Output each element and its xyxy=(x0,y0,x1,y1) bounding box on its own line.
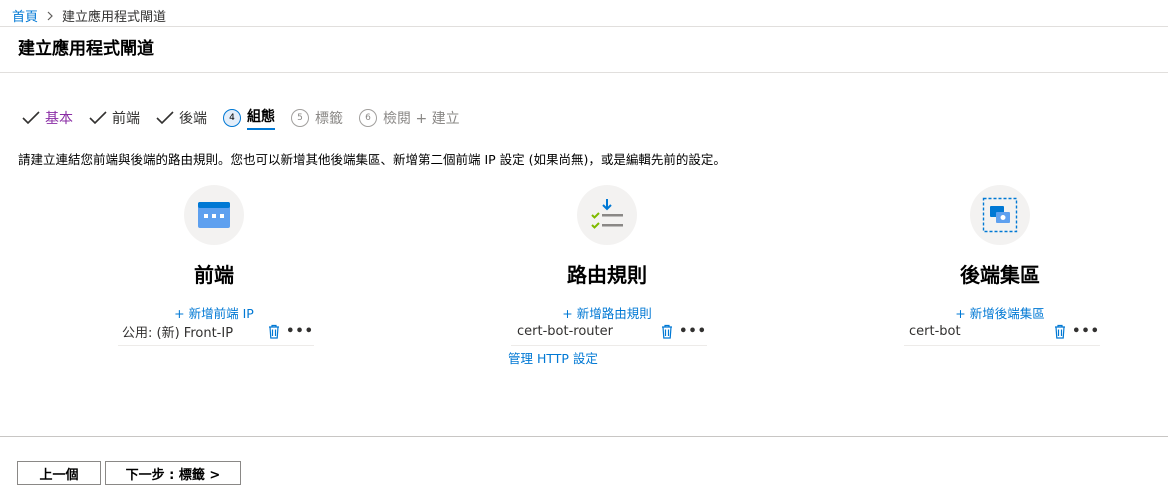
more-options-icon[interactable]: ••• xyxy=(286,324,314,339)
manage-http-settings-link[interactable]: 管理 HTTP 設定 xyxy=(508,348,598,367)
tab-frontend[interactable]: 前端 xyxy=(89,108,140,128)
tab-label: 標籤 xyxy=(315,111,343,127)
routing-rules-heading: 路由規則 xyxy=(567,263,647,287)
chevron-right-icon xyxy=(46,11,54,21)
next-tags-button[interactable]: 下一步 : 標籤 > xyxy=(105,461,241,485)
frontend-list-item[interactable]: 公用: (新) Front-IP ••• xyxy=(118,317,314,346)
step-number: 6 xyxy=(359,109,377,127)
wizard-steps: 基本 前端 後端 4 組態 5 標籤 6 檢閱 + 建立 xyxy=(22,106,476,130)
footer-divider xyxy=(0,436,1168,437)
backend-pool-list-item[interactable]: cert-bot ••• xyxy=(904,317,1100,346)
instructions-text: 請建立連結您前端與後端的路由規則。您也可以新增其他後端集區、新增第二個前端 IP… xyxy=(18,152,726,167)
delete-icon[interactable] xyxy=(661,324,673,339)
tab-label: 檢閱 + 建立 xyxy=(383,111,460,127)
delete-icon[interactable] xyxy=(268,324,280,339)
page-title: 建立應用程式閘道 xyxy=(18,39,154,59)
backend-pools-section: 後端集區 + 新增後端集區 xyxy=(900,185,1100,322)
tab-label: 組態 xyxy=(247,106,275,130)
tab-label: 前端 xyxy=(112,111,140,127)
breadcrumb-current: 建立應用程式閘道 xyxy=(62,10,167,25)
breadcrumb-home-link[interactable]: 首頁 xyxy=(12,6,38,25)
backend-pools-heading: 後端集區 xyxy=(960,263,1040,287)
step-number: 5 xyxy=(291,109,309,127)
tab-configuration[interactable]: 4 組態 xyxy=(223,106,275,130)
checkmark-icon xyxy=(89,111,107,125)
delete-icon[interactable] xyxy=(1054,324,1066,339)
backend-pool-item-label: cert-bot xyxy=(909,323,961,339)
more-options-icon[interactable]: ••• xyxy=(679,324,707,339)
tab-label: 基本 xyxy=(45,111,73,127)
tab-review-create[interactable]: 6 檢閱 + 建立 xyxy=(359,108,460,128)
breadcrumb: 首頁 建立應用程式閘道 xyxy=(12,6,166,25)
backend-pool-icon xyxy=(970,185,1030,245)
tab-backend[interactable]: 後端 xyxy=(156,108,207,128)
checkmark-icon xyxy=(22,111,40,125)
previous-button[interactable]: 上一個 xyxy=(17,461,101,485)
tab-tags[interactable]: 5 標籤 xyxy=(291,108,343,128)
routing-rules-icon xyxy=(577,185,637,245)
step-number: 4 xyxy=(223,109,241,127)
frontend-section: 前端 + 新增前端 IP xyxy=(114,185,314,322)
header-divider xyxy=(0,26,1168,27)
frontend-icon xyxy=(184,185,244,245)
more-options-icon[interactable]: ••• xyxy=(1072,324,1100,339)
tab-label: 後端 xyxy=(179,111,207,127)
routing-rule-item-label: cert-bot-router xyxy=(517,323,613,339)
checkmark-icon xyxy=(156,111,174,125)
routing-rule-list-item[interactable]: cert-bot-router ••• xyxy=(511,317,707,346)
tab-basics[interactable]: 基本 xyxy=(22,108,73,128)
frontend-item-label: 公用: (新) Front-IP xyxy=(122,325,234,341)
frontend-heading: 前端 xyxy=(194,263,234,287)
title-divider xyxy=(0,72,1168,73)
routing-rules-section: 路由規則 + 新增路由規則 xyxy=(507,185,707,322)
